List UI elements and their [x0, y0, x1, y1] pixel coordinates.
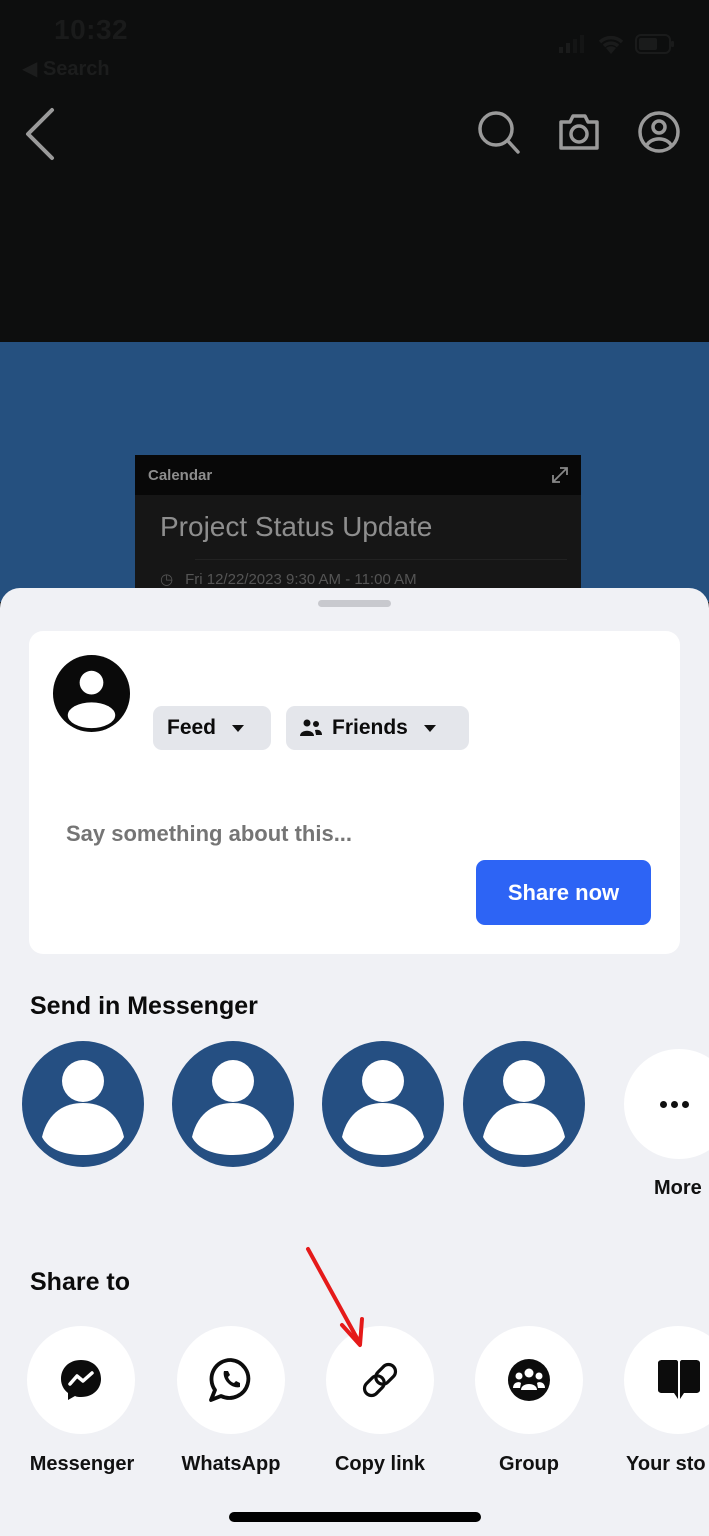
messenger-contact[interactable]: [172, 1041, 294, 1167]
chevron-left-icon[interactable]: [22, 106, 62, 162]
default-avatar-icon: [483, 1060, 565, 1155]
caret-down-icon: [423, 724, 436, 732]
default-avatar-icon: [342, 1060, 424, 1155]
share-to-story-button[interactable]: [624, 1326, 709, 1434]
messenger-contact[interactable]: [322, 1041, 444, 1167]
sheet-grabber[interactable]: [318, 600, 391, 607]
clock-icon: ◷: [160, 571, 174, 588]
share-to-title: Share to: [30, 1268, 131, 1296]
event-title: Project Status Update: [160, 511, 433, 542]
whatsapp-icon: [209, 1358, 251, 1402]
share-to-messenger-button[interactable]: [27, 1326, 135, 1434]
feed-label: Feed: [167, 716, 217, 739]
share-now-button[interactable]: Share now: [476, 860, 651, 925]
expand-icon: [552, 467, 568, 483]
group-icon: [508, 1359, 550, 1401]
share-composer: Feed Friends Share now: [29, 631, 680, 954]
default-avatar-icon: [192, 1060, 274, 1155]
cellular-signal-icon: [559, 35, 584, 53]
status-time: 10:32: [54, 14, 129, 45]
calendar-card: Calendar Project Status Update ◷ Fri 12/…: [135, 455, 581, 605]
share-target-label: Group: [499, 1453, 559, 1475]
event-time: ◷ Fri 12/22/2023 9:30 AM - 11:00 AM: [135, 560, 581, 589]
header-actions: [477, 110, 681, 154]
battery-icon: [635, 34, 674, 54]
copy-link-button[interactable]: [326, 1326, 434, 1434]
search-icon[interactable]: [477, 110, 521, 154]
share-target-label: Messenger: [29, 1453, 135, 1475]
dimmed-app-header: 10:32 ◀ Search: [0, 0, 709, 342]
privacy-label: Friends: [332, 716, 408, 739]
share-to-group-button[interactable]: [475, 1326, 583, 1434]
messenger-icon: [61, 1360, 101, 1400]
more-label: More: [654, 1177, 702, 1199]
calendar-card-header: Calendar: [135, 455, 581, 495]
status-back-to-search[interactable]: ◀ Search: [22, 56, 110, 81]
camera-icon[interactable]: [557, 112, 601, 152]
more-contacts-button[interactable]: [624, 1049, 709, 1159]
event-time-text: Fri 12/22/2023 9:30 AM - 11:00 AM: [185, 570, 417, 588]
caret-down-icon: [232, 724, 245, 732]
share-target-label: Your sto: [626, 1453, 706, 1475]
feed-audience-dropdown[interactable]: Feed: [153, 706, 271, 750]
messenger-contact[interactable]: [463, 1041, 585, 1167]
share-target-label: Copy link: [334, 1453, 425, 1475]
send-in-messenger-title: Send in Messenger: [30, 992, 258, 1020]
link-icon: [362, 1362, 398, 1398]
messenger-contact[interactable]: [22, 1041, 144, 1167]
share-to-whatsapp-button[interactable]: [177, 1326, 285, 1434]
user-avatar: [52, 654, 131, 733]
calendar-label: Calendar: [148, 466, 213, 484]
friends-icon: [300, 719, 322, 736]
share-message-input[interactable]: [66, 821, 626, 847]
home-indicator[interactable]: [229, 1512, 481, 1522]
profile-icon[interactable]: [637, 110, 681, 154]
status-icons: [559, 34, 675, 54]
default-avatar-icon: [42, 1060, 124, 1155]
story-icon: [658, 1360, 700, 1399]
more-dots-icon: [659, 1100, 689, 1108]
share-target-label: WhatsApp: [181, 1453, 281, 1475]
wifi-icon: [598, 35, 624, 54]
privacy-dropdown[interactable]: Friends: [286, 706, 469, 750]
share-sheet: Feed Friends Share now Send in Messenger: [0, 588, 709, 1536]
